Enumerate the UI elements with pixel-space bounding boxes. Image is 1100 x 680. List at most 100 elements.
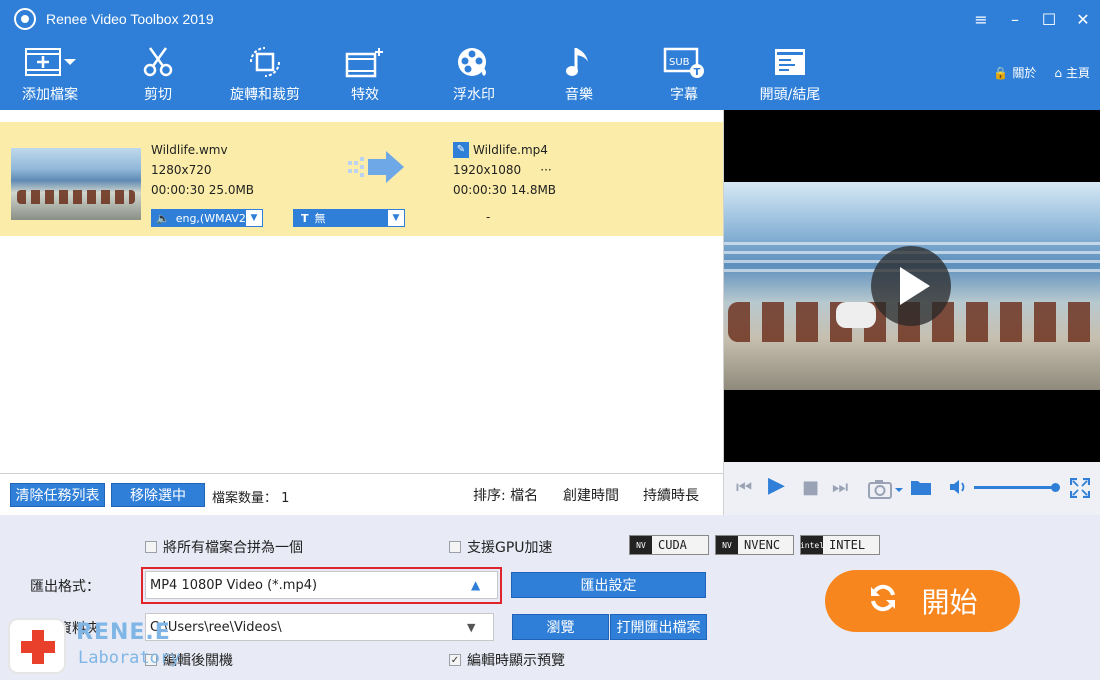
title-bar: Renee Video Toolbox 2019 ≡ – ☐ ✕ [0, 0, 1100, 38]
next-icon[interactable]: ⏭ [832, 478, 848, 498]
nvidia-icon: NV [716, 536, 738, 554]
chevron-down-icon: ▼ [387, 209, 405, 227]
file-count: 檔案数量： 1 [212, 487, 289, 506]
intro-outro-icon [745, 44, 835, 80]
output-duration: 00:00:30 [453, 183, 507, 197]
file-count-value: 1 [281, 491, 290, 506]
stop-icon[interactable]: ■ [802, 478, 819, 498]
chevron-down-icon[interactable]: ▼ [467, 621, 493, 634]
source-size: 25.0MB [208, 183, 255, 197]
output-folder-value: C:\Users\ree\Videos\ [150, 619, 282, 635]
music-button[interactable]: 音樂 [534, 44, 624, 106]
output-folder-field[interactable]: C:\Users\ree\Videos\ ▼ [145, 613, 494, 641]
toolbar-label: 字幕 [670, 87, 698, 103]
edit-icon[interactable]: ✎ [453, 142, 469, 158]
folder-icon[interactable] [910, 478, 932, 501]
watermark-icon [429, 44, 519, 80]
about-button[interactable]: 🔒 關於 [993, 64, 1036, 81]
source-filename: Wildlife.wmv [151, 143, 228, 157]
merge-files-checkbox[interactable]: 將所有檔案合拼為一個 [145, 537, 303, 557]
watermark-button[interactable]: 浮水印 [429, 44, 519, 106]
checkbox-box[interactable] [145, 541, 157, 553]
window-title: Renee Video Toolbox 2019 [46, 11, 214, 27]
add-file-button[interactable]: 添加檔案 [5, 44, 95, 106]
toolbar-label: 剪切 [144, 87, 172, 103]
start-button[interactable]: 開始 [825, 570, 1020, 632]
rotate-crop-button[interactable]: 旋轉和裁剪 [220, 44, 310, 106]
subtitle-select[interactable]: T 無 ▼ [293, 209, 405, 227]
clear-task-list-button[interactable]: 清除任務列表 [10, 483, 105, 507]
sort-by-duration[interactable]: 持續時長 [643, 485, 699, 505]
task-list-toolbar: 清除任務列表 移除選中 檔案数量： 1 排序: 檔名 創建時間 持續時長 [0, 473, 724, 515]
minimize-icon[interactable]: – [998, 0, 1032, 38]
lock-icon: 🔒 [993, 65, 1009, 80]
menu-icon[interactable]: ≡ [964, 0, 998, 38]
audio-track-select[interactable]: 🔈 eng,(WMAV2 ▼ [151, 209, 263, 227]
home-icon: ⌂ [1054, 65, 1062, 80]
merge-files-label: 將所有檔案合拼為一個 [163, 540, 303, 556]
subtitle-icon: SUB T [639, 44, 729, 80]
home-button[interactable]: ⌂ 主頁 [1054, 64, 1090, 81]
source-duration: 00:00:30 [151, 183, 205, 197]
open-output-folder-button[interactable]: 打開匯出檔案 [610, 614, 707, 640]
volume-icon[interactable] [948, 478, 968, 501]
sort-by-created[interactable]: 創建時間 [563, 485, 619, 505]
task-row[interactable]: Wildlife.wmv 1280x720 00:00:30 25.0MB ✎ W… [0, 122, 723, 236]
fullscreen-icon[interactable] [1069, 477, 1091, 503]
play-overlay-icon[interactable] [871, 246, 951, 326]
intel-badge: intel INTEL [800, 535, 880, 555]
plus-icon [8, 618, 66, 674]
checkbox-box[interactable]: ✓ [449, 654, 461, 666]
camera-icon[interactable] [868, 478, 904, 505]
output-info: ✎ Wildlife.mp4 1920x1080 ··· 00:00:30 14.… [453, 140, 556, 200]
sort-by-name[interactable]: 檔名 [510, 488, 538, 504]
app-logo-icon [14, 8, 36, 30]
logo-text: RENE.E [76, 620, 171, 645]
window-controls: ≡ – ☐ ✕ [964, 0, 1100, 38]
checkbox-box[interactable] [449, 541, 461, 553]
close-icon[interactable]: ✕ [1066, 0, 1100, 38]
toolbar-label: 旋轉和裁剪 [230, 87, 300, 103]
toolbar-label: 添加檔案 [22, 87, 78, 103]
export-settings-button[interactable]: 匯出設定 [511, 572, 706, 598]
output-filename: Wildlife.mp4 [473, 143, 548, 157]
volume-slider[interactable] [974, 486, 1056, 489]
toolbar-right: 🔒 關於 ⌂ 主頁 [993, 64, 1090, 81]
intel-icon: intel [800, 536, 824, 554]
browse-button[interactable]: 瀏覽 [512, 614, 609, 640]
placeholder-dash: - [486, 210, 491, 224]
gpu-acceleration-checkbox[interactable]: 支援GPU加速 [449, 537, 553, 557]
cut-button[interactable]: 剪切 [113, 44, 203, 106]
text-icon: T [301, 211, 309, 225]
effects-button[interactable]: 特效 [320, 44, 410, 106]
audio-track-value: eng,(WMAV2 [175, 211, 245, 225]
add-file-icon [5, 44, 95, 80]
gpu-acceleration-label: 支援GPU加速 [467, 540, 553, 556]
subtitle-button[interactable]: SUB T 字幕 [639, 44, 729, 106]
svg-text:SUB: SUB [669, 57, 690, 68]
effects-icon [320, 44, 410, 80]
sort-label: 排序: 檔名 [473, 488, 539, 504]
intro-outro-button[interactable]: 開頭/結尾 [745, 44, 835, 106]
main-toolbar: 添加檔案 剪切 旋轉和裁剪 特效 浮水印 音樂 SUB T 字幕 開頭/結尾 🔒… [0, 38, 1100, 110]
previous-icon[interactable]: ⏮ [736, 478, 752, 498]
music-icon [534, 44, 624, 80]
player-controls: ⏮ ▶ ■ ⏭ [724, 462, 1100, 515]
cuda-badge: NV CUDA [629, 535, 709, 555]
volume-handle[interactable] [1051, 483, 1060, 492]
toolbar-label: 開頭/結尾 [759, 87, 821, 103]
remove-selected-button[interactable]: 移除選中 [111, 483, 205, 507]
toolbar-label: 音樂 [565, 87, 593, 103]
start-label: 開始 [921, 586, 978, 619]
logo-subtext: Laboratory [78, 648, 181, 668]
show-preview-checkbox[interactable]: ✓ 編輯時顯示預覽 [449, 650, 565, 670]
output-resolution: 1920x1080 [453, 163, 522, 177]
task-list: Wildlife.wmv 1280x720 00:00:30 25.0MB ✎ W… [0, 110, 724, 473]
video-preview [724, 110, 1100, 462]
refresh-icon [867, 582, 899, 621]
output-more-button[interactable]: ··· [540, 163, 551, 177]
chevron-down-icon: ▼ [245, 209, 263, 227]
play-icon[interactable]: ▶ [768, 475, 785, 497]
maximize-icon[interactable]: ☐ [1032, 0, 1066, 38]
file-count-label: 檔案数量： [212, 491, 278, 506]
